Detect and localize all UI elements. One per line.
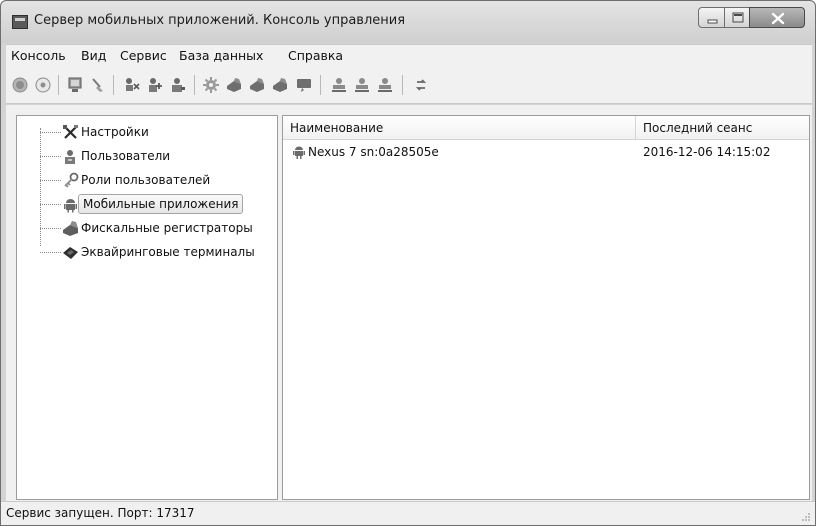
user-add-icon[interactable]	[146, 76, 164, 94]
stop-icon[interactable]	[34, 76, 52, 94]
column-divider[interactable]	[635, 116, 636, 140]
app-icon	[12, 15, 28, 29]
list-header: Наименование Последний сеанс	[283, 116, 809, 140]
users-connect-icon[interactable]	[123, 76, 141, 94]
minimize-button[interactable]	[698, 7, 725, 28]
toolbar-separator	[58, 75, 59, 95]
android-icon	[64, 199, 77, 213]
tree-branch-line	[40, 180, 61, 181]
fiscal-register-icon	[63, 221, 78, 236]
toolbar	[6, 66, 812, 104]
terminal-icon[interactable]	[295, 76, 313, 94]
status-bar: Сервис запущен. Порт: 17317	[1, 501, 815, 525]
column-header-last-session[interactable]: Последний сеанс	[643, 121, 752, 135]
fiscal-register-remove-icon[interactable]	[271, 76, 289, 94]
navigation-tree: Настройки Пользователи Роли пользователе…	[16, 115, 278, 500]
user-green-icon[interactable]	[330, 76, 348, 94]
close-icon	[771, 12, 785, 25]
refresh-icon[interactable]	[412, 76, 430, 94]
close-button[interactable]	[749, 7, 805, 28]
record-icon[interactable]	[11, 76, 29, 94]
table-row[interactable]: Nexus 7 sn:0a28505e 2016-12-06 14:15:02	[283, 142, 809, 162]
tree-item-label: Роли пользователей	[81, 173, 211, 187]
column-header-name[interactable]: Наименование	[290, 121, 383, 135]
tree-item-label: Эквайринговые терминалы	[81, 245, 255, 259]
device-name-cell: Nexus 7 sn:0a28505e	[308, 145, 439, 159]
last-session-cell: 2016-12-06 14:15:02	[643, 145, 771, 159]
menu-database[interactable]: База данных	[179, 48, 263, 63]
user-add-green-icon[interactable]	[353, 76, 371, 94]
status-text: Сервис запущен. Порт: 17317	[6, 506, 195, 520]
maximize-icon	[732, 12, 744, 23]
tree-item-label: Пользователи	[81, 149, 171, 163]
window-title: Сервер мобильных приложений. Консоль упр…	[34, 13, 406, 28]
tree-item-label: Настройки	[81, 125, 149, 139]
android-icon	[293, 146, 305, 159]
tree-branch-line	[40, 132, 61, 133]
toolbar-separator	[194, 75, 195, 95]
main-window: Сервер мобильных приложений. Консоль упр…	[0, 0, 816, 526]
resize-grip-icon[interactable]	[801, 512, 811, 522]
key-icon	[64, 172, 79, 188]
user-icon[interactable]	[169, 76, 187, 94]
toolbar-separator	[113, 75, 114, 95]
tree-branch-line	[40, 252, 61, 253]
client-area: Настройки Пользователи Роли пользователе…	[6, 105, 812, 501]
toolbar-separator	[320, 75, 321, 95]
fiscal-register-icon[interactable]	[225, 76, 243, 94]
tree-branch-line	[40, 204, 61, 205]
tree-item-label: Мобильные приложения	[78, 194, 244, 214]
toolbar-separator	[402, 75, 403, 95]
maximize-button[interactable]	[724, 7, 750, 28]
title-bar[interactable]: Сервер мобильных приложений. Консоль упр…	[1, 1, 815, 43]
broom-icon[interactable]	[89, 76, 107, 94]
tools-icon	[63, 125, 78, 139]
menu-view[interactable]: Вид	[81, 48, 106, 63]
fiscal-register-add-icon[interactable]	[248, 76, 266, 94]
gear-icon[interactable]	[202, 76, 220, 94]
minimize-icon	[707, 19, 718, 24]
tree-branch-line	[40, 156, 61, 157]
menu-console[interactable]: Консоль	[11, 48, 66, 63]
devices-list: Наименование Последний сеанс Nexus 7 sn:…	[282, 115, 810, 500]
menu-bar: Консоль Вид Сервис База данных Справка	[6, 44, 812, 66]
monitor-icon[interactable]	[66, 76, 84, 94]
tree-branch-line	[40, 228, 61, 229]
tree-item-label: Фискальные регистраторы	[81, 221, 253, 235]
menu-service[interactable]: Сервис	[120, 48, 167, 63]
card-terminal-icon	[63, 247, 78, 259]
user-icon	[65, 150, 75, 164]
menu-help[interactable]: Справка	[288, 48, 343, 63]
user-remove-green-icon[interactable]	[376, 76, 394, 94]
